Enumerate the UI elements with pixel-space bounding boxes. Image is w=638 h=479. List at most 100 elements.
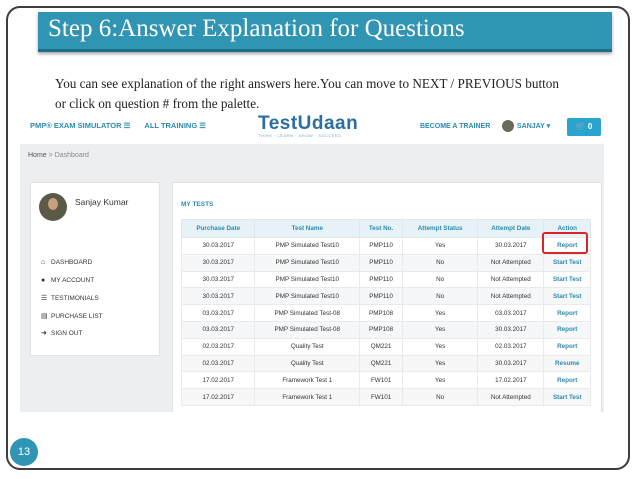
cell-attempt-status: Yes — [402, 354, 479, 373]
sidebar-item-my-account[interactable]: ● MY ACCOUNT — [41, 277, 103, 295]
cell-attempt-status: No — [402, 388, 479, 406]
sidebar-item-dashboard[interactable]: ⌂ DASHBOARD — [41, 259, 103, 277]
cell-test-name: Quality Test — [254, 354, 361, 373]
cell-test-no: PMP110 — [359, 253, 404, 272]
table-row: 03.03.2017 PMP Simulated Test-08 PMP108 Yes… — [180, 304, 591, 322]
cell-purchase-date: 03.03.2017 — [180, 304, 256, 322]
profile-avatar — [39, 193, 67, 221]
cell-purchase-date: 30.03.2017 — [180, 237, 256, 255]
cell-attempt-status: Yes — [402, 337, 479, 356]
become-trainer-link[interactable]: BECOME A TRAINER — [420, 123, 490, 130]
sidebar-item-label: TESTIMONIALS — [51, 295, 99, 302]
cell-attempt-status: Yes — [402, 237, 479, 255]
column-header: Attempt Status — [402, 219, 479, 238]
table-row: 02.03.2017 Quality Test QM221 Yes 30.03.2017… — [180, 354, 591, 373]
cell-attempt-status: No — [402, 253, 479, 272]
cell-purchase-date: 30.03.2017 — [180, 270, 256, 289]
cell-attempt-date: Not Attempted — [477, 270, 545, 289]
top-navigation: PMP® EXAM SIMULATOR ☰ ALL TRAINING ☰ Tes… — [20, 112, 604, 144]
table-row: 30.03.2017 PMP Simulated Test10 PMP110 Yes 3… — [180, 237, 591, 255]
cell-purchase-date: 02.03.2017 — [180, 354, 256, 373]
user-menu[interactable]: SANJAY ▾ — [502, 120, 550, 132]
cell-test-name: Quality Test — [254, 337, 361, 356]
cell-attempt-status: Yes — [402, 304, 479, 322]
cell-purchase-date: 17.02.2017 — [180, 371, 256, 390]
slide-description: You can see explanation of the right ans… — [55, 74, 615, 114]
action-link[interactable]: Report — [543, 320, 591, 339]
sign-out-icon: ➜ — [41, 330, 47, 337]
cell-test-no: FW101 — [359, 371, 404, 390]
cell-test-name: PMP Simulated Test10 — [254, 237, 361, 255]
user-icon: ● — [41, 276, 46, 284]
cell-purchase-date: 30.03.2017 — [180, 287, 256, 306]
cell-attempt-date: 03.03.2017 — [477, 304, 545, 322]
table-row: 02.03.2017 Quality Test QM221 Yes 02.03.2017… — [180, 337, 591, 356]
cell-test-name: PMP Simulated Test10 — [254, 270, 361, 289]
nav-exam-simulator[interactable]: PMP® EXAM SIMULATOR ☰ — [30, 121, 130, 130]
sidebar-item-label: DASHBOARD — [51, 259, 93, 266]
cell-attempt-date: 02.03.2017 — [477, 337, 545, 356]
sidebar-item-label: MY ACCOUNT — [51, 276, 95, 284]
report-highlight-box — [542, 232, 588, 254]
site-logo[interactable]: TestUdaan THINK · LEARN · GROW · SUCCEED — [258, 113, 358, 138]
action-link[interactable]: Start Test — [543, 253, 591, 272]
cell-test-no: PMP108 — [359, 304, 404, 322]
cell-test-no: QM221 — [359, 354, 404, 373]
slide-title: Step 6:Answer Explanation for Questions — [48, 15, 465, 42]
cell-attempt-status: No — [402, 270, 479, 289]
cell-attempt-date: Not Attempted — [477, 388, 545, 406]
tests-table: Purchase Date Test Name Test No. Attempt… — [180, 219, 591, 406]
breadcrumb: Home > Dashboard — [28, 152, 89, 159]
cell-purchase-date: 02.03.2017 — [180, 337, 256, 356]
cell-attempt-date: 30.03.2017 — [477, 320, 545, 339]
cell-attempt-status: No — [402, 287, 479, 306]
action-link[interactable]: Report — [543, 337, 591, 356]
table-row: 30.03.2017 PMP Simulated Test10 PMP110 No No… — [180, 270, 591, 289]
panel-title: MY TESTS — [181, 201, 214, 208]
cell-test-no: PMP110 — [359, 270, 404, 289]
cell-test-name: PMP Simulated Test10 — [254, 253, 361, 272]
cell-test-no: PMP110 — [359, 287, 404, 306]
user-name: Sanjay Kumar — [75, 197, 129, 207]
tests-table-body: 30.03.2017 PMP Simulated Test10 PMP110 Yes 3… — [180, 237, 591, 406]
home-icon: ⌂ — [41, 259, 46, 266]
table-header-row: Purchase Date Test Name Test No. Attempt… — [180, 219, 591, 238]
cell-attempt-status: Yes — [402, 320, 479, 339]
cell-attempt-status: Yes — [402, 371, 479, 390]
cell-purchase-date: 30.03.2017 — [180, 253, 256, 272]
column-header: Test No. — [359, 219, 404, 238]
page-number-badge: 13 — [10, 438, 38, 466]
cell-test-no: PMP110 — [359, 237, 404, 255]
column-header: Attempt Date — [477, 219, 545, 238]
table-row: 30.03.2017 PMP Simulated Test10 PMP110 No No… — [180, 287, 591, 306]
cell-test-name: PMP Simulated Test-08 — [254, 304, 361, 322]
action-link[interactable]: Start Test — [543, 388, 591, 406]
cell-purchase-date: 03.03.2017 — [180, 320, 256, 339]
cell-test-name: Framework Test 1 — [254, 371, 361, 390]
action-link[interactable]: Report — [543, 371, 591, 390]
app-screenshot: PMP® EXAM SIMULATOR ☰ ALL TRAINING ☰ Tes… — [20, 112, 604, 412]
breadcrumb-separator: > — [48, 152, 53, 159]
avatar — [502, 120, 514, 132]
user-menu-label: SANJAY ▾ — [517, 122, 551, 130]
action-link[interactable]: Report — [543, 304, 591, 322]
cell-test-no: PMP108 — [359, 320, 404, 339]
cell-purchase-date: 17.02.2017 — [180, 388, 256, 406]
cart-button[interactable]: 🛒 0 — [567, 118, 601, 136]
document-icon: ▤ — [41, 312, 48, 320]
logo-text: TestUdaan — [258, 113, 359, 134]
nav-all-training[interactable]: ALL TRAINING ☰ — [144, 121, 206, 130]
column-header: Test Name — [254, 219, 361, 238]
action-link[interactable]: Start Test — [543, 270, 591, 289]
cell-test-no: FW101 — [359, 388, 404, 406]
breadcrumb-home[interactable]: Home — [28, 152, 47, 159]
action-link[interactable]: Start Test — [543, 287, 591, 306]
action-link[interactable]: Resume — [543, 354, 591, 373]
table-row: 30.03.2017 PMP Simulated Test10 PMP110 No No… — [180, 253, 591, 272]
sidebar-menu: ⌂ DASHBOARD ● MY ACCOUNT ☰ TESTIMONIALS ▤ PU… — [41, 259, 103, 347]
sidebar: Sanjay Kumar ⌂ DASHBOARD ● MY ACCOUNT ☰ TES… — [30, 182, 160, 356]
sidebar-item-purchase-list[interactable]: ▤ PURCHASE LIST — [41, 312, 103, 330]
sidebar-item-testimonials[interactable]: ☰ TESTIMONIALS — [41, 294, 103, 312]
sidebar-item-sign-out[interactable]: ➜ SIGN OUT — [41, 329, 103, 347]
column-header: Purchase Date — [180, 219, 256, 238]
